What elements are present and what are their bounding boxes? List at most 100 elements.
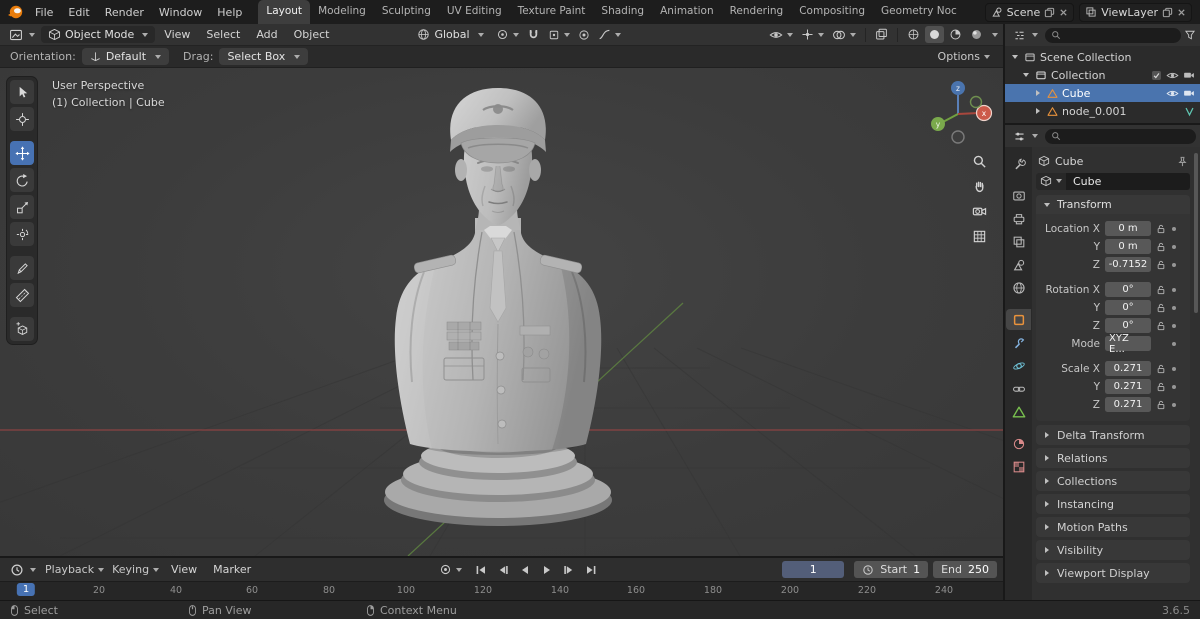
- keying-menu[interactable]: Keying: [109, 561, 162, 578]
- tool-transform[interactable]: [10, 222, 34, 246]
- workspace-tab-compositing[interactable]: Compositing: [791, 0, 873, 24]
- tab-object-data[interactable]: [1006, 401, 1031, 422]
- shading-solid-button[interactable]: [925, 26, 944, 43]
- transform-panel-header[interactable]: Transform: [1036, 195, 1190, 214]
- tab-physics[interactable]: [1006, 355, 1031, 376]
- tool-rotate[interactable]: [10, 168, 34, 192]
- editor-type-button[interactable]: [5, 26, 39, 44]
- disclosure-open-icon[interactable]: [1023, 73, 1029, 77]
- field-value[interactable]: 0°: [1105, 318, 1151, 333]
- field-value[interactable]: 0 m: [1105, 239, 1151, 254]
- animate-dot[interactable]: [1172, 287, 1176, 292]
- playback-menu[interactable]: Playback: [42, 561, 107, 578]
- lock-icon[interactable]: [1156, 321, 1166, 331]
- model-bust[interactable]: [348, 76, 648, 536]
- scene-selector[interactable]: Scene: [984, 2, 1075, 22]
- disclosure-closed-icon[interactable]: [1036, 108, 1040, 114]
- shading-material-button[interactable]: [946, 26, 965, 43]
- section-visibility[interactable]: Visibility: [1036, 540, 1190, 560]
- gizmo-y-negative-axis[interactable]: [969, 95, 983, 109]
- object-id-dropdown[interactable]: [1036, 172, 1066, 190]
- menu-object[interactable]: Object: [287, 26, 337, 43]
- workspace-tab-layout[interactable]: Layout: [258, 0, 311, 24]
- animate-dot[interactable]: [1172, 402, 1176, 407]
- workspace-tab-geometry-nodes[interactable]: Geometry Noc: [873, 0, 965, 24]
- object-visibility-dropdown[interactable]: [766, 26, 796, 44]
- menu-view[interactable]: View: [157, 26, 197, 43]
- mode-dropdown[interactable]: Object Mode: [41, 26, 156, 43]
- section-collections[interactable]: Collections: [1036, 471, 1190, 491]
- pan-hand-icon[interactable]: [972, 179, 987, 194]
- transform-orientation-dropdown[interactable]: Global: [410, 26, 490, 43]
- show-gizmo-dropdown[interactable]: [798, 26, 827, 43]
- blender-logo-icon[interactable]: [6, 3, 24, 21]
- lock-icon[interactable]: [1156, 224, 1166, 234]
- lock-icon[interactable]: [1156, 303, 1166, 313]
- orientation-setting-dropdown[interactable]: Default: [81, 48, 170, 65]
- pin-id-button[interactable]: [1177, 156, 1188, 167]
- play-button[interactable]: [537, 561, 557, 579]
- outliner-editor-type-button[interactable]: [1009, 27, 1042, 44]
- tab-output[interactable]: [1006, 208, 1031, 229]
- tool-add-cube[interactable]: [10, 317, 34, 341]
- hide-eye-icon[interactable]: [1166, 69, 1179, 82]
- animate-dot[interactable]: [1172, 323, 1176, 328]
- tool-move[interactable]: [10, 141, 34, 165]
- lock-icon[interactable]: [1156, 400, 1166, 410]
- lock-icon[interactable]: [1156, 285, 1166, 295]
- toggle-xray-button[interactable]: [872, 26, 891, 43]
- new-view-layer-icon[interactable]: [1162, 7, 1173, 18]
- workspace-tab-texture-paint[interactable]: Texture Paint: [510, 0, 594, 24]
- workspace-tab-modeling[interactable]: Modeling: [310, 0, 374, 24]
- menu-file[interactable]: File: [28, 3, 60, 22]
- object-name-field[interactable]: Cube: [1066, 172, 1190, 190]
- tab-material[interactable]: [1006, 433, 1031, 454]
- field-value[interactable]: 0.271: [1105, 397, 1151, 412]
- field-value[interactable]: 0 m: [1105, 221, 1151, 236]
- tab-object[interactable]: [1006, 309, 1031, 330]
- render-camera-icon[interactable]: [1183, 87, 1195, 99]
- field-value[interactable]: -0.7152: [1105, 257, 1151, 272]
- workspace-tab-animation[interactable]: Animation: [652, 0, 722, 24]
- tab-view-layer[interactable]: [1006, 231, 1031, 252]
- section-delta-transform[interactable]: Delta Transform: [1036, 425, 1190, 445]
- orthographic-grid-icon[interactable]: [972, 229, 987, 244]
- shading-rendered-button[interactable]: [967, 26, 986, 43]
- outliner-row-collection[interactable]: Collection: [1005, 66, 1200, 84]
- rotation-mode-dropdown[interactable]: XYZ E...: [1105, 333, 1151, 355]
- drag-setting-dropdown[interactable]: Select Box: [219, 48, 309, 65]
- proportional-editing-button[interactable]: [575, 27, 593, 43]
- outliner-row-node-object[interactable]: node_0.001: [1005, 102, 1200, 120]
- field-value[interactable]: 0°: [1105, 300, 1151, 315]
- proportional-falloff-dropdown[interactable]: [595, 26, 624, 43]
- tool-options-dropdown[interactable]: Options: [935, 48, 993, 65]
- viewport-3d[interactable]: User Perspective (1) Collection | Cube z…: [0, 68, 1003, 556]
- camera-view-icon[interactable]: [972, 204, 987, 219]
- tab-render[interactable]: [1006, 185, 1031, 206]
- animate-dot[interactable]: [1172, 226, 1176, 231]
- menu-edit[interactable]: Edit: [61, 3, 96, 22]
- play-reverse-button[interactable]: [515, 561, 535, 579]
- timeline-marker-menu[interactable]: Marker: [206, 561, 258, 578]
- snap-toggle-button[interactable]: [524, 26, 543, 43]
- playhead-marker[interactable]: 1: [16, 583, 36, 596]
- tool-measure[interactable]: [10, 283, 34, 307]
- outliner-row-cube[interactable]: Cube: [1005, 84, 1200, 102]
- pivot-point-dropdown[interactable]: [493, 26, 522, 43]
- filter-icon[interactable]: [1184, 29, 1196, 41]
- tab-scene[interactable]: [1006, 254, 1031, 275]
- properties-scrollbar[interactable]: [1194, 153, 1198, 313]
- timeline-ruler[interactable]: 0 20 40 60 80 100 120 140 160 180 200 22…: [0, 581, 1003, 600]
- timeline-view-menu[interactable]: View: [164, 561, 204, 578]
- tab-modifiers[interactable]: [1006, 332, 1031, 353]
- field-value[interactable]: 0°: [1105, 282, 1151, 297]
- tab-tool[interactable]: [1006, 153, 1031, 174]
- workspace-tab-uv-editing[interactable]: UV Editing: [439, 0, 510, 24]
- field-value[interactable]: 0.271: [1105, 361, 1151, 376]
- field-value[interactable]: 0.271: [1105, 379, 1151, 394]
- unlink-scene-icon[interactable]: [1059, 8, 1068, 17]
- remove-view-layer-icon[interactable]: [1177, 8, 1186, 17]
- timeline-editor-type-button[interactable]: [6, 561, 40, 579]
- frame-start-field[interactable]: Start 1: [854, 561, 929, 578]
- workspace-tab-sculpting[interactable]: Sculpting: [374, 0, 439, 24]
